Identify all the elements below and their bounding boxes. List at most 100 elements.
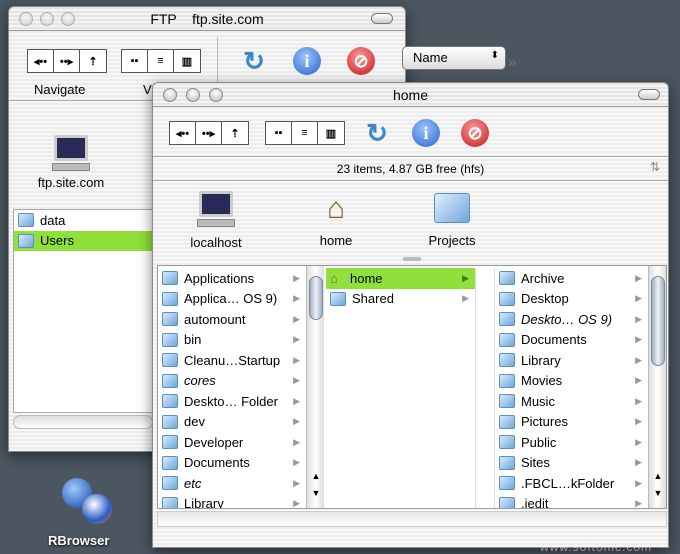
rbrowser-dock-icon[interactable] xyxy=(54,474,124,530)
list-item[interactable]: Cleanu…Startup ▶ xyxy=(158,350,306,371)
shelf-item-localhost[interactable]: localhost xyxy=(171,191,261,250)
title-bar[interactable]: home xyxy=(153,83,668,107)
disclosure-arrow-icon: ▶ xyxy=(635,313,642,324)
refresh-icon[interactable]: ↻ xyxy=(240,46,268,76)
computer-base xyxy=(197,219,235,227)
stop-icon[interactable]: ⊘ xyxy=(347,47,375,75)
info-icon[interactable]: i xyxy=(293,47,321,75)
disclosure-arrow-icon: ▶ xyxy=(635,334,642,345)
list-item[interactable]: Movies ▶ xyxy=(495,371,648,392)
list-view-icon[interactable]: ≡ xyxy=(148,50,174,72)
list-item[interactable]: ⌂ home ▶ xyxy=(326,268,475,289)
folder-icon xyxy=(162,291,178,306)
list-item[interactable]: Library ▶ xyxy=(158,494,306,508)
list-item[interactable]: Pictures ▶ xyxy=(495,412,648,433)
list-item[interactable]: Deskto… Folder ▶ xyxy=(158,391,306,412)
folder-icon xyxy=(162,496,178,508)
list-item[interactable]: Library ▶ xyxy=(495,350,648,371)
list-item[interactable]: Public ▶ xyxy=(495,432,648,453)
disclosure-arrow-icon: ▶ xyxy=(462,293,469,304)
icon-view-icon[interactable]: ▪▪ xyxy=(122,50,148,72)
shelf-item-ftp[interactable]: ftp.site.com xyxy=(26,135,116,190)
refresh-icon[interactable]: ↻ xyxy=(363,118,391,148)
computer-base xyxy=(52,163,90,171)
splitter-handle[interactable] xyxy=(403,257,421,261)
scroll-thumb[interactable] xyxy=(309,276,323,320)
scroll-up-arrow[interactable]: ▲ xyxy=(649,471,667,481)
vertical-scrollbar[interactable]: ▲ ▼ xyxy=(648,266,666,508)
list-item[interactable]: Documents ▶ xyxy=(495,330,648,351)
item-label: Users xyxy=(40,233,74,249)
folder-icon xyxy=(162,312,178,327)
list-item[interactable]: data xyxy=(14,210,152,231)
title-bar[interactable]: FTP ftp.site.com xyxy=(9,7,405,31)
column-view-icon[interactable]: ▥ xyxy=(174,50,200,72)
list-item[interactable]: Shared ▶ xyxy=(326,289,475,310)
toolbar-toggle-button[interactable] xyxy=(371,13,393,24)
item-label: Movies xyxy=(521,373,563,389)
folder-icon xyxy=(162,271,178,286)
list-item-selected[interactable]: Users xyxy=(14,230,152,251)
list-item[interactable]: Applica… OS 9) ▶ xyxy=(158,289,306,310)
disclosure-arrow-icon: ▶ xyxy=(293,272,300,283)
disclosure-arrow-icon: ▶ xyxy=(635,457,642,468)
up-icon[interactable]: ⇡ xyxy=(222,122,248,144)
shelf-item-home[interactable]: ⌂ home xyxy=(291,191,381,248)
list-item[interactable]: .FBCL…kFolder ▶ xyxy=(495,473,648,494)
list-item[interactable]: dev ▶ xyxy=(158,412,306,433)
folder-icon xyxy=(162,455,178,470)
item-label: dev xyxy=(184,414,205,430)
back-icon[interactable]: ◂•• xyxy=(28,50,54,72)
list-item[interactable]: Documents ▶ xyxy=(158,453,306,474)
forward-icon[interactable]: ••▸ xyxy=(196,122,222,144)
folder-icon xyxy=(162,414,178,429)
item-label: Archive xyxy=(521,270,565,286)
scroll-thumb[interactable] xyxy=(651,276,665,366)
computer-icon xyxy=(199,191,233,217)
item-label: Pictures xyxy=(521,414,568,430)
sort-popup-button[interactable]: Name ⬍ xyxy=(402,46,506,70)
forward-icon[interactable]: ••▸ xyxy=(54,50,80,72)
folder-icon xyxy=(499,496,515,508)
toolbar-toggle-button[interactable] xyxy=(638,89,660,100)
list-item[interactable]: Music ▶ xyxy=(495,391,648,412)
item-label: .jedit xyxy=(521,496,549,508)
scroll-up-arrow[interactable]: ▲ xyxy=(307,471,325,481)
list-view-icon[interactable]: ≡ xyxy=(292,122,318,144)
scroll-down-arrow[interactable]: ▼ xyxy=(307,488,325,498)
list-item[interactable]: automount ▶ xyxy=(158,309,306,330)
disclosure-arrow-icon: ▶ xyxy=(293,375,300,386)
up-icon[interactable]: ⇡ xyxy=(80,50,106,72)
list-item[interactable]: Sites ▶ xyxy=(495,453,648,474)
list-item[interactable]: Archive ▶ xyxy=(495,268,648,289)
list-item[interactable]: Desktop ▶ xyxy=(495,289,648,310)
horizontal-scrollbar[interactable] xyxy=(157,511,667,527)
vertical-scrollbar[interactable]: ▲ ▼ xyxy=(306,266,324,508)
sort-popup-label: Name xyxy=(413,50,448,65)
stop-icon[interactable]: ⊘ xyxy=(461,119,489,147)
list-item[interactable]: Developer ▶ xyxy=(158,432,306,453)
info-icon[interactable]: i xyxy=(412,119,440,147)
folder-icon xyxy=(162,394,178,409)
list-item[interactable]: cores ▶ xyxy=(158,371,306,392)
item-label: data xyxy=(40,212,66,228)
shelf-item-projects[interactable]: Projects xyxy=(407,191,497,248)
item-label: home xyxy=(350,270,383,286)
shelf-item-label: home xyxy=(319,233,353,248)
folder-icon xyxy=(499,312,515,327)
list-item[interactable]: .jedit ▶ xyxy=(495,494,648,508)
back-icon[interactable]: ◂•• xyxy=(170,122,196,144)
toolbar-overflow-icon[interactable]: » xyxy=(508,54,516,71)
window-title: home xyxy=(392,87,429,103)
horizontal-scrollbar[interactable] xyxy=(13,415,153,429)
list-item[interactable]: etc ▶ xyxy=(158,473,306,494)
sync-arrows-icon[interactable]: ⇅ xyxy=(650,160,660,174)
list-item[interactable]: Applications ▶ xyxy=(158,268,306,289)
folder-icon xyxy=(162,373,178,388)
list-item[interactable]: bin ▶ xyxy=(158,330,306,351)
icon-view-icon[interactable]: ▪▪ xyxy=(266,122,292,144)
disclosure-arrow-icon: ▶ xyxy=(635,354,642,365)
column-view-icon[interactable]: ▥ xyxy=(318,122,344,144)
list-item[interactable]: Deskto… OS 9) ▶ xyxy=(495,309,648,330)
scroll-down-arrow[interactable]: ▼ xyxy=(649,488,667,498)
